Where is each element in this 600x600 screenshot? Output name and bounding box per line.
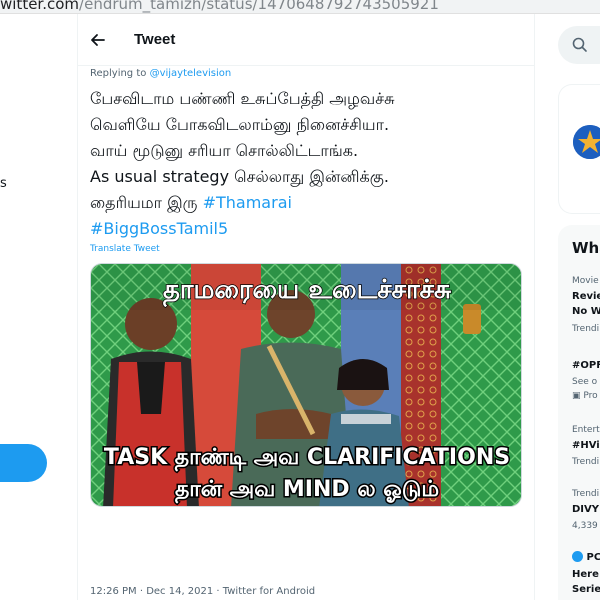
hashtag-thamarai-link[interactable]: #Thamarai [203, 193, 292, 212]
promoted-icon: ▣ [572, 391, 584, 401]
main-column: Tweet Replying to @vijaytelevision பேசவி… [77, 14, 535, 600]
trends-panel: Wha Movie Revie No W Trendi #OPF See o ▣… [558, 225, 600, 600]
url-host: witter.com [0, 0, 80, 13]
tweet-line-3: வாய் மூடுனு சரியா சொல்லிட்டாங்க. [90, 141, 359, 160]
replying-to: Replying to @vijaytelevision [90, 68, 522, 79]
replying-handle-link[interactable]: @vijaytelevision [150, 68, 232, 79]
star-icon [573, 125, 600, 159]
meme-image: தாமரையை உடைச்சாச்சு TASK தாண்டி அவ CLARI… [91, 264, 521, 506]
vijay-tv-logo[interactable] [573, 125, 600, 159]
replying-prefix: Replying to [90, 68, 150, 79]
trend-4-category: Trendi [572, 489, 600, 499]
trend-5-name[interactable]: Here [572, 569, 599, 580]
trend-3-category: Entert [572, 425, 600, 435]
tweet-line-2: வெளியே போகவிடலாம்னு நினைச்சியா. [90, 115, 390, 134]
tweet-line-5-text: தைரியமா இரு [90, 193, 203, 212]
trend-5-badge-text: PC [586, 552, 600, 563]
trends-heading: Wha [572, 239, 600, 257]
tweet-line-4: As usual strategy செல்லாது இன்னிக்கு. [90, 167, 389, 186]
tweet-timestamp[interactable]: 12:26 PM · Dec 14, 2021 · Twitter for An… [90, 586, 315, 597]
trend-4-name[interactable]: DIVY [572, 504, 599, 515]
back-arrow-icon[interactable] [88, 30, 108, 50]
profile-card-fragment [558, 84, 600, 214]
meme-bottom-caption-1: TASK தாண்டி அவ CLARIFICATIONS [104, 445, 510, 472]
url-text: witter.com/endrum_tamizh/status/14706487… [0, 0, 439, 13]
meme-bottom-caption-2: தான் அவ MIND ல ஓடும் [175, 477, 439, 504]
search-icon [572, 37, 587, 52]
trend-3-sub: Trendi [572, 457, 600, 467]
tweet-line-5: தைரியமா இரு #Thamarai [90, 190, 522, 216]
tweet-content: Replying to @vijaytelevision பேசவிடாம பண… [78, 68, 534, 507]
translate-tweet-link[interactable]: Translate Tweet [90, 244, 522, 254]
page-title: Tweet [134, 31, 176, 48]
trend-4-sub: 4,339 [572, 521, 598, 531]
url-path: /endrum_tamizh/status/147064879274350592… [79, 0, 439, 13]
tweet-image[interactable]: தாமரையை உடைச்சாச்சு TASK தாண்டி அவ CLARI… [90, 263, 522, 507]
hashtag-biggbosstamil5-link[interactable]: #BiggBossTamil5 [90, 216, 522, 242]
address-bar[interactable]: witter.com/endrum_tamizh/status/14706487… [0, 0, 600, 14]
trend-1-category: Movie [572, 276, 599, 286]
sidebar-nav-fragment[interactable]: s [0, 176, 7, 191]
tweet-line-1: பேசவிடாம பண்ணி உசுப்பேத்தி அழவச்சு [90, 89, 395, 108]
tweet-header: Tweet [78, 14, 534, 66]
trend-2-promoted: ▣ Pro [572, 391, 598, 401]
trend-3-name[interactable]: #HVi [572, 440, 600, 451]
trend-1-sub: Trendi [572, 324, 600, 334]
meme-top-caption: தாமரையை உடைச்சாச்சு [163, 275, 451, 307]
trend-1-name[interactable]: Revie [572, 291, 600, 302]
trend-2-name[interactable]: #OPF [572, 360, 600, 371]
trend-5-badge: PC [572, 551, 600, 563]
trend-2-sub: See o [572, 377, 598, 387]
trend-2-sub-2: Pro [583, 391, 598, 401]
search-bar[interactable] [558, 26, 600, 64]
trend-5-name-2[interactable]: Serie [572, 584, 600, 595]
compose-tweet-button[interactable] [0, 444, 47, 482]
trend-1-name-2[interactable]: No W [572, 306, 600, 317]
news-source-icon [572, 551, 583, 562]
tweet-text: பேசவிடாம பண்ணி உசுப்பேத்தி அழவச்சு வெளிய… [90, 86, 522, 242]
